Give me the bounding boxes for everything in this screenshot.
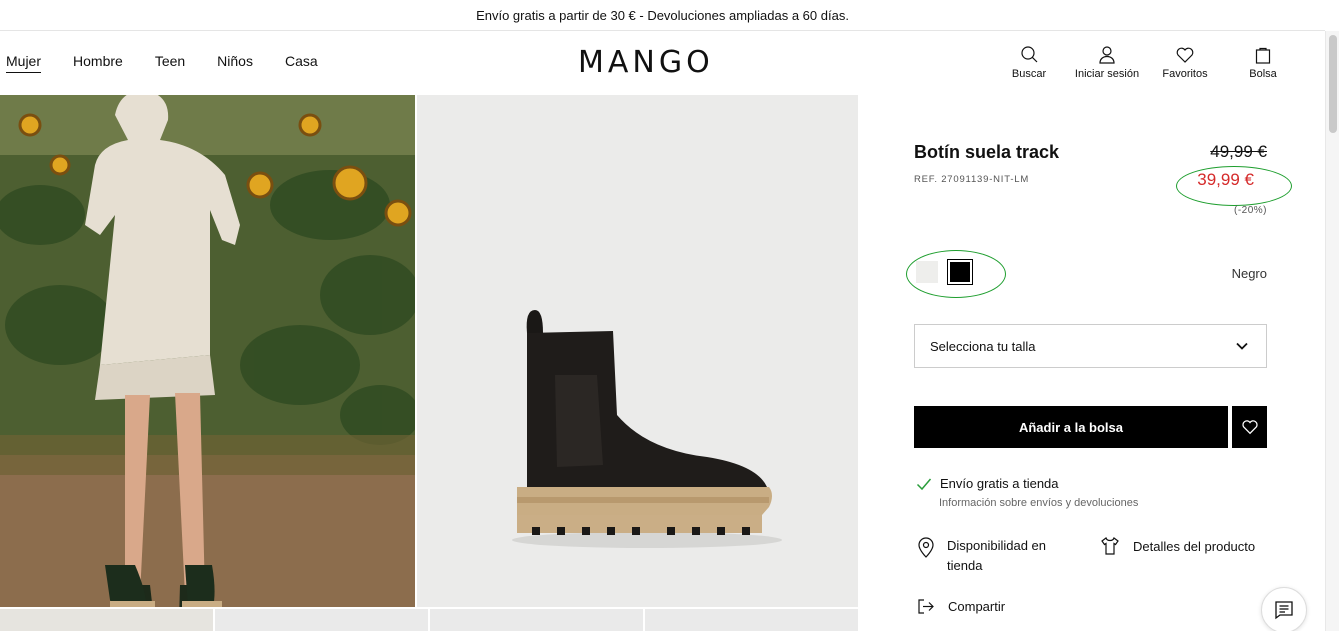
brand-logo[interactable]: MANGO — [578, 45, 714, 80]
store-availability-button[interactable]: Disponibilidad en tienda — [917, 536, 1077, 576]
chat-button[interactable] — [1261, 587, 1307, 631]
promo-bar: Envío gratis a partir de 30 € - Devoluci… — [0, 0, 1325, 31]
free-shipping-row: Envío gratis a tienda — [916, 476, 1059, 491]
size-select[interactable]: Selecciona tu talla — [914, 324, 1267, 368]
boot-photo-illustration — [417, 95, 858, 607]
shipping-info-link[interactable]: Información sobre envíos y devoluciones — [939, 497, 1138, 509]
thumbnail[interactable] — [645, 609, 858, 631]
site-header: Mujer Hombre Teen Niños Casa MANGO Busca… — [0, 31, 1325, 95]
heart-icon — [1241, 420, 1258, 435]
share-button[interactable]: Compartir — [917, 598, 1005, 615]
product-title: Botín suela track — [914, 142, 1060, 162]
nav-item-ninos[interactable]: Niños — [217, 53, 253, 73]
share-label: Compartir — [948, 599, 1006, 614]
sale-price: 39,99 € — [1197, 170, 1254, 189]
original-price: 49,99 € — [1210, 142, 1267, 161]
nav-item-teen[interactable]: Teen — [155, 53, 185, 73]
tshirt-icon — [1101, 537, 1119, 555]
product-photo-boot[interactable] — [417, 95, 858, 607]
product-photo-model[interactable] — [0, 95, 415, 607]
thumbnail-strip — [0, 609, 858, 631]
favorites-button[interactable]: Favoritos — [1146, 45, 1224, 80]
product-details-label: Detalles del producto — [1133, 538, 1256, 554]
chat-icon — [1275, 601, 1293, 620]
nav-item-mujer[interactable]: Mujer — [6, 53, 42, 73]
login-button[interactable]: Iniciar sesión — [1068, 45, 1146, 80]
add-to-favorites-button[interactable] — [1232, 406, 1267, 448]
selected-color-name: Negro — [1231, 266, 1267, 281]
size-select-placeholder: Selecciona tu talla — [930, 338, 1036, 354]
search-label: Buscar — [1011, 68, 1047, 80]
location-pin-icon — [918, 537, 934, 558]
main-nav: Mujer Hombre Teen Niños Casa — [6, 53, 350, 73]
add-to-bag-button[interactable]: Añadir a la bolsa — [914, 406, 1228, 448]
check-icon — [916, 478, 932, 490]
scrollbar-thumb[interactable] — [1329, 35, 1337, 133]
model-photo-illustration — [0, 95, 415, 607]
nav-item-casa[interactable]: Casa — [285, 53, 318, 73]
heart-icon — [1176, 47, 1194, 63]
page-scrollbar[interactable] — [1325, 31, 1339, 631]
thumbnail[interactable] — [0, 609, 213, 631]
bag-label: Bolsa — [1249, 68, 1277, 80]
color-swatch-light[interactable] — [916, 261, 938, 283]
user-icon — [1099, 46, 1115, 64]
nav-item-hombre[interactable]: Hombre — [73, 53, 123, 73]
discount-badge: (-20%) — [1233, 205, 1267, 216]
product-reference: REF. 27091139-NIT-LM — [914, 174, 1030, 185]
share-icon — [918, 599, 934, 614]
thumbnail[interactable] — [215, 609, 428, 631]
promo-text: Envío gratis a partir de 30 € - Devoluci… — [476, 7, 849, 23]
header-actions: Buscar Iniciar sesión Favoritos Bolsa — [990, 45, 1302, 80]
bag-button[interactable]: Bolsa — [1224, 45, 1302, 80]
favorites-label: Favoritos — [1162, 68, 1208, 80]
color-swatch-black[interactable] — [947, 259, 973, 285]
chevron-down-icon — [1236, 342, 1248, 350]
product-details-button[interactable]: Detalles del producto — [1100, 536, 1255, 556]
search-icon — [1021, 46, 1038, 63]
thumbnail[interactable] — [430, 609, 643, 631]
free-shipping-text: Envío gratis a tienda — [940, 476, 1059, 491]
login-label: Iniciar sesión — [1074, 68, 1140, 80]
store-availability-label: Disponibilidad en tienda — [947, 538, 1047, 573]
bag-icon — [1255, 47, 1271, 64]
search-button[interactable]: Buscar — [990, 45, 1068, 80]
